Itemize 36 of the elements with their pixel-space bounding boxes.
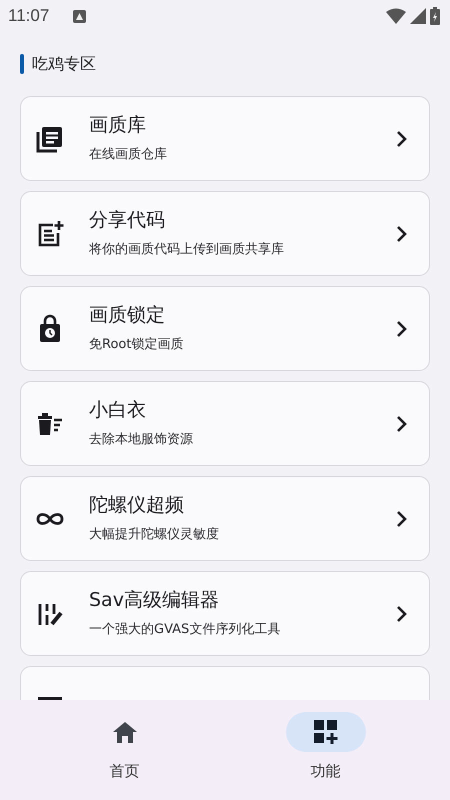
wifi-icon bbox=[386, 8, 406, 24]
section-marker bbox=[20, 54, 24, 74]
feature-description: 去除本地服饰资源 bbox=[89, 430, 194, 449]
nav-tab[interactable]: 功能 bbox=[250, 700, 400, 800]
add-grid-icon bbox=[312, 719, 338, 745]
battery-icon bbox=[430, 7, 440, 25]
chevron-right-icon bbox=[395, 414, 409, 432]
feature-description: 免Root锁定画质 bbox=[89, 336, 184, 354]
feature-card[interactable]: 分享代码 将你的画质代码上传到画质共享库 bbox=[20, 191, 430, 276]
status-time: 11:07 bbox=[8, 5, 50, 28]
chevron-right-icon bbox=[395, 130, 409, 148]
signal-icon bbox=[410, 8, 426, 24]
feature-description: 一个强大的GVAS文件序列化工具 bbox=[89, 620, 282, 639]
feature-card[interactable]: Sav高级编辑器 一个强大的GVAS文件序列化工具 bbox=[20, 571, 430, 656]
feature-title: 画质库 bbox=[89, 114, 147, 137]
feature-description: 大幅提升陀螺仪灵敏度 bbox=[89, 526, 220, 544]
feature-card[interactable]: 小白衣 去除本地服饰资源 bbox=[20, 381, 430, 466]
feature-title: 陀螺仪超频 bbox=[89, 494, 185, 517]
feature-description: 在线画质仓库 bbox=[89, 146, 168, 164]
feature-description: 将你的画质代码上传到画质共享库 bbox=[89, 240, 285, 259]
section-title: 吃鸡专区 bbox=[32, 53, 96, 75]
chevron-right-icon bbox=[395, 224, 409, 242]
feature-card[interactable]: 画质锁定 免Root锁定画质 bbox=[20, 286, 430, 371]
notification-icon bbox=[73, 10, 86, 22]
home-icon bbox=[112, 720, 138, 744]
feature-card[interactable]: 画质库 在线画质仓库 bbox=[20, 96, 430, 181]
book-stack-icon bbox=[35, 124, 65, 154]
feature-title: Sav高级编辑器 bbox=[89, 589, 220, 612]
feature-title: 小白衣 bbox=[89, 399, 147, 422]
feature-title: 分享代码 bbox=[89, 209, 166, 232]
chevron-right-icon bbox=[395, 604, 409, 622]
feature-title: 画质锁定 bbox=[89, 304, 166, 327]
chevron-right-icon bbox=[395, 510, 409, 528]
nav-tab[interactable]: 首页 bbox=[50, 700, 200, 800]
feature-card[interactable]: 陀螺仪超频 大幅提升陀螺仪灵敏度 bbox=[20, 476, 430, 561]
chevron-right-icon bbox=[395, 320, 409, 338]
